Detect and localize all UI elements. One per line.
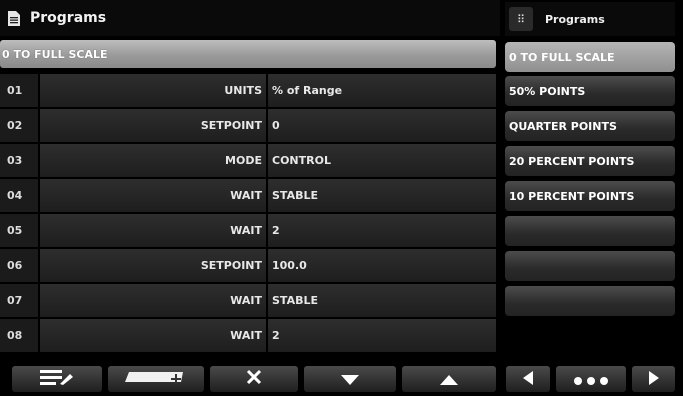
step-command[interactable]: WAIT: [40, 214, 266, 247]
step-value[interactable]: 2: [268, 319, 496, 352]
sidebar-item-label: 0 TO FULL SCALE: [509, 50, 615, 64]
program-name-bar[interactable]: 0 TO FULL SCALE: [0, 40, 496, 68]
arrow-up-icon: [440, 370, 458, 389]
step-row[interactable]: 07 WAIT STABLE: [0, 284, 496, 317]
step-command[interactable]: WAIT: [40, 179, 266, 212]
sidebar-item-empty[interactable]: [505, 251, 675, 281]
sidebar-item-label: 50% POINTS: [509, 84, 586, 98]
edit-list-icon: [40, 369, 74, 389]
step-row[interactable]: 03 MODE CONTROL: [0, 144, 496, 177]
page-header: Programs: [0, 0, 500, 36]
sidebar-item-0-to-full-scale[interactable]: 0 TO FULL SCALE: [505, 42, 675, 72]
grid-icon[interactable]: ⠿: [509, 7, 533, 31]
arrow-down-icon: [341, 370, 359, 389]
step-value[interactable]: CONTROL: [268, 144, 496, 177]
step-number: 06: [0, 249, 38, 282]
sidebar-title: Programs: [545, 12, 605, 26]
page-title: Programs: [30, 10, 107, 26]
more-button[interactable]: [556, 366, 626, 392]
step-row[interactable]: 06 SETPOINT 100.0: [0, 249, 496, 282]
step-row[interactable]: 02 SETPOINT 0: [0, 109, 496, 142]
sidebar-item-50-points[interactable]: 50% POINTS: [505, 76, 675, 106]
sidebar-item-10-percent-points[interactable]: 10 PERCENT POINTS: [505, 181, 675, 211]
step-row[interactable]: 05 WAIT 2: [0, 214, 496, 247]
step-value[interactable]: % of Range: [268, 74, 496, 107]
sidebar-item-label: 20 PERCENT POINTS: [509, 154, 635, 168]
step-value[interactable]: 2: [268, 214, 496, 247]
document-icon: [8, 10, 20, 26]
step-row[interactable]: 08 WAIT 2: [0, 319, 496, 352]
step-command[interactable]: SETPOINT: [40, 109, 266, 142]
insert-step-icon: [123, 368, 189, 390]
step-number: 07: [0, 284, 38, 317]
next-page-button[interactable]: [632, 366, 675, 392]
step-command[interactable]: UNITS: [40, 74, 266, 107]
move-down-button[interactable]: [304, 366, 396, 392]
edit-list-button[interactable]: [12, 366, 102, 392]
arrow-right-icon: [648, 370, 659, 389]
more-dots-icon: [574, 370, 608, 389]
close-icon: [246, 369, 262, 389]
step-number: 02: [0, 109, 38, 142]
step-row[interactable]: 01 UNITS % of Range: [0, 74, 496, 107]
step-value[interactable]: STABLE: [268, 284, 496, 317]
step-number: 03: [0, 144, 38, 177]
sidebar-item-quarter-points[interactable]: QUARTER POINTS: [505, 111, 675, 141]
step-command[interactable]: WAIT: [40, 284, 266, 317]
step-row[interactable]: 04 WAIT STABLE: [0, 179, 496, 212]
step-number: 05: [0, 214, 38, 247]
sidebar-item-empty[interactable]: [505, 216, 675, 246]
step-value[interactable]: STABLE: [268, 179, 496, 212]
insert-step-button[interactable]: [108, 366, 204, 392]
step-number: 04: [0, 179, 38, 212]
sidebar-item-label: 10 PERCENT POINTS: [509, 189, 635, 203]
step-command[interactable]: SETPOINT: [40, 249, 266, 282]
prev-page-button[interactable]: [506, 366, 550, 392]
step-value[interactable]: 0: [268, 109, 496, 142]
arrow-left-icon: [523, 370, 533, 389]
sidebar-item-label: QUARTER POINTS: [509, 119, 617, 133]
delete-step-button[interactable]: [210, 366, 298, 392]
sidebar-item-20-percent-points[interactable]: 20 PERCENT POINTS: [505, 146, 675, 176]
step-number: 01: [0, 74, 38, 107]
move-up-button[interactable]: [402, 366, 496, 392]
sidebar-header: ⠿ Programs: [505, 2, 675, 36]
sidebar-item-empty[interactable]: [505, 286, 675, 316]
program-name: 0 TO FULL SCALE: [2, 47, 108, 61]
step-number: 08: [0, 319, 38, 352]
step-command[interactable]: MODE: [40, 144, 266, 177]
step-value[interactable]: 100.0: [268, 249, 496, 282]
step-command[interactable]: WAIT: [40, 319, 266, 352]
